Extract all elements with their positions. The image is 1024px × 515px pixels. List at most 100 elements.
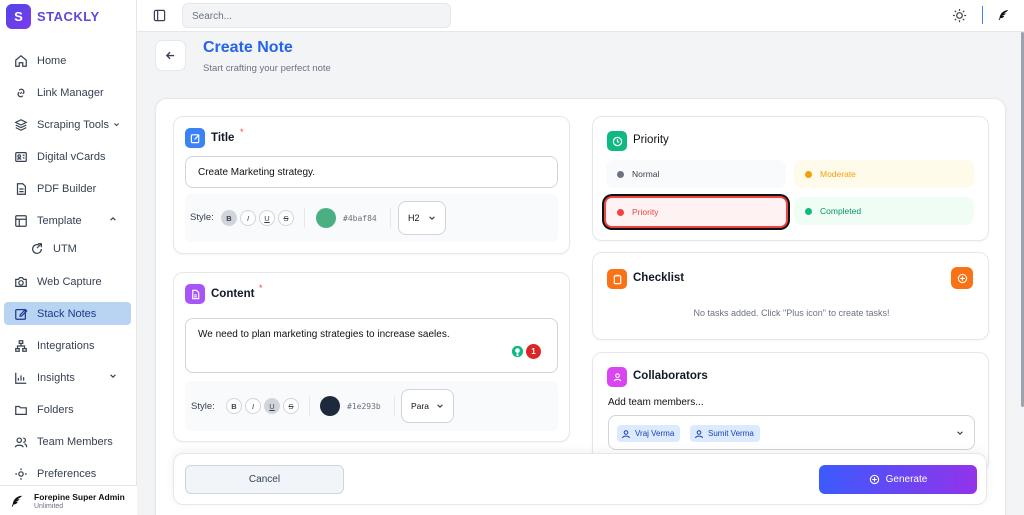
generate-label: Generate	[885, 474, 928, 485]
title-label: Title	[211, 132, 235, 144]
sidebar-item-folders[interactable]: Folders	[4, 398, 131, 421]
underline-button[interactable]: U	[259, 210, 275, 226]
sidebar-item-stack-notes[interactable]: Stack Notes	[4, 302, 131, 325]
sidebar-item-web-capture[interactable]: Web Capture	[4, 270, 131, 293]
arrow-left-icon	[165, 51, 175, 60]
priority-option-completed[interactable]: Completed	[794, 197, 974, 225]
members-select[interactable]: Vraj Verma Sumit Verma	[608, 415, 975, 450]
priority-option-moderate[interactable]: Moderate	[794, 160, 974, 188]
sidebar-item-label: Team Members	[37, 435, 113, 448]
topbar-divider	[982, 6, 983, 24]
id-card-icon	[15, 151, 27, 162]
sidebar-item-team-members[interactable]: Team Members	[4, 430, 131, 453]
priority-option-normal[interactable]: Normal	[606, 160, 786, 188]
italic-button[interactable]: I	[245, 398, 261, 414]
sidebar-item-preferences[interactable]: Preferences	[4, 462, 131, 485]
heading-select[interactable]: H2	[398, 201, 446, 235]
grammar-count-badge: 1	[526, 344, 541, 359]
sidebar-item-label: Stack Notes	[37, 307, 97, 320]
title-style-row: Style: B I U S #4baf84 H2	[185, 194, 558, 242]
priority-option-priority[interactable]: Priority	[604, 196, 788, 228]
grammar-badge[interactable]: 1	[511, 344, 541, 359]
title-card: Title * Create Marketing strategy. Style…	[173, 116, 570, 254]
sidebar-item-scraping-tools[interactable]: Scraping Tools	[4, 113, 131, 136]
back-button[interactable]	[155, 40, 186, 71]
content-textarea[interactable]: We need to plan marketing strategies to …	[185, 318, 558, 373]
chevron-down-icon	[957, 431, 963, 436]
style-divider	[309, 396, 310, 416]
priority-option-label: Moderate	[820, 169, 856, 179]
title-input[interactable]: Create Marketing strategy.	[185, 156, 558, 188]
user-icon	[622, 429, 630, 438]
page-title: Create Note	[203, 39, 293, 56]
underline-button[interactable]: U	[264, 398, 280, 414]
generate-button[interactable]: Generate	[819, 465, 977, 494]
sidebar-item-pdf-builder[interactable]: PDF Builder	[4, 177, 131, 200]
sidebar-item-label: Preferences	[37, 467, 97, 480]
strikethrough-button[interactable]: S	[278, 210, 294, 226]
sidebar-item-label: Home	[37, 54, 67, 67]
status-dot	[617, 170, 624, 178]
style-label: Style:	[191, 401, 215, 412]
document-icon	[185, 284, 205, 304]
search-input[interactable]: Search...	[182, 3, 451, 28]
sidebar-item-digital-vcards[interactable]: Digital vCards	[4, 145, 131, 168]
title-color-swatch[interactable]	[316, 208, 336, 228]
priority-label: Priority	[633, 134, 669, 146]
sidebar-item-insights[interactable]: Insights	[4, 366, 131, 389]
user-profile[interactable]: Forepine Super Admin Unlimited	[0, 485, 137, 515]
feather-logo-icon[interactable]	[997, 8, 1010, 22]
add-task-button[interactable]	[951, 267, 973, 289]
user-name: Forepine Super Admin	[34, 491, 125, 502]
priority-option-label: Normal	[632, 169, 660, 179]
member-chip-vraj[interactable]: Vraj Verma	[617, 425, 681, 442]
layers-icon	[14, 118, 28, 131]
sidebar-item-label: Template	[37, 214, 82, 227]
chevron-up-icon	[110, 216, 116, 221]
member-chip-sumit[interactable]: Sumit Verma	[690, 425, 760, 442]
content-color-hex: #1e293b	[347, 402, 381, 411]
sidebar-item-utm[interactable]: UTM	[4, 237, 131, 260]
app-root: S STACKLY Home Link Manager Scraping Too…	[0, 0, 1024, 515]
member-name: Sumit Verma	[708, 429, 754, 438]
brand[interactable]: S STACKLY	[6, 3, 100, 29]
strikethrough-button[interactable]: S	[283, 398, 299, 414]
sidebar-item-template[interactable]: Template	[4, 209, 131, 232]
required-marker: *	[259, 283, 263, 293]
content-color-swatch[interactable]	[320, 396, 340, 416]
link-icon	[17, 88, 25, 97]
bold-button[interactable]: B	[221, 210, 237, 226]
top-bar: Search...	[137, 0, 1024, 32]
sidebar-item-label: Digital vCards	[37, 150, 106, 163]
user-icon	[695, 429, 703, 438]
template-icon	[15, 214, 27, 227]
form-footer: Cancel Generate	[173, 453, 987, 505]
add-members-prompt: Add team members...	[608, 397, 704, 408]
page-subtitle: Start crafting your perfect note	[203, 63, 331, 74]
utm-icon	[32, 242, 42, 254]
style-divider	[304, 208, 305, 228]
chevron-down-icon	[429, 216, 435, 221]
clipboard-icon	[607, 269, 627, 289]
italic-button[interactable]: I	[240, 210, 256, 226]
sun-icon[interactable]	[952, 8, 967, 23]
status-dot	[617, 208, 624, 216]
sidebar-item-home[interactable]: Home	[4, 49, 131, 72]
feather-logo-icon	[11, 495, 23, 507]
home-icon	[15, 54, 27, 67]
style-label: Style:	[190, 212, 214, 223]
sidebar-item-integrations[interactable]: Integrations	[4, 334, 131, 357]
clock-icon	[607, 131, 627, 151]
bold-button[interactable]: B	[226, 398, 242, 414]
checklist-empty-text: No tasks added. Click "Plus icon" to cre…	[693, 308, 890, 318]
sidebar-item-label: Folders	[37, 403, 74, 416]
users-icon	[14, 436, 28, 448]
file-icon	[16, 182, 26, 195]
sidebar-item-link-manager[interactable]: Link Manager	[4, 81, 131, 104]
paragraph-select[interactable]: Para	[401, 389, 454, 423]
sidebar-toggle-icon[interactable]	[153, 9, 166, 22]
cancel-button[interactable]: Cancel	[185, 465, 344, 494]
chevron-down-icon	[110, 374, 116, 379]
status-dot	[805, 207, 812, 215]
checklist-card: Checklist No tasks added. Click "Plus ic…	[592, 252, 989, 340]
